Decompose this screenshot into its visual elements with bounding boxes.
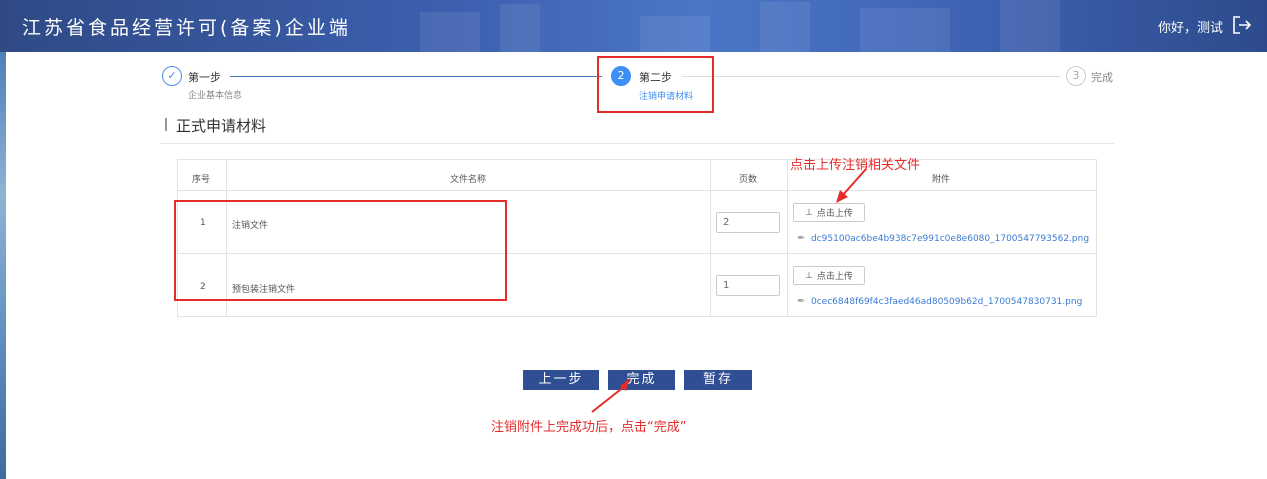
annotation-arrow-icon xyxy=(591,378,630,413)
step-3-number: 3 xyxy=(1066,66,1086,86)
step-1-check-icon: ✓ xyxy=(162,66,182,86)
upload-label: 点击上传 xyxy=(816,272,853,282)
paperclip-icon: ✒ xyxy=(797,296,806,307)
attachment-link[interactable]: 0cec6848f69f4c3faed46ad80509b62d_1700547… xyxy=(811,297,1082,307)
save-draft-button[interactable]: 暂存 xyxy=(684,370,752,390)
user-greeting[interactable]: 你好，测试 xyxy=(1158,17,1223,36)
annotation-arrow-icon xyxy=(836,168,867,203)
highlight-file-rows xyxy=(174,200,507,301)
step-line-1 xyxy=(230,76,602,77)
left-decoration xyxy=(0,52,6,479)
pages-input[interactable] xyxy=(716,275,780,296)
step-line-2 xyxy=(682,76,1060,77)
section-title: 正式申请材料 xyxy=(176,117,267,135)
upload-button[interactable]: ⊥ 点击上传 xyxy=(793,266,865,285)
section-bar xyxy=(165,118,167,131)
header-file-name: 文件名称 xyxy=(450,175,487,185)
app-title: 江苏省食品经营许可(备案)企业端 xyxy=(22,17,351,39)
attachment-link[interactable]: dc95100ac6be4b938c7e991c0e8e6080_1700547… xyxy=(811,234,1089,244)
upload-icon: ⊥ xyxy=(805,270,813,281)
section-divider xyxy=(160,143,1114,144)
header-attachment: 附件 xyxy=(932,175,951,185)
paperclip-icon: ✒ xyxy=(797,233,806,244)
highlight-step-2 xyxy=(597,56,714,113)
step-3-label: 完成 xyxy=(1091,71,1113,84)
upload-label: 点击上传 xyxy=(816,209,853,219)
app-header: 江苏省食品经营许可(备案)企业端 你好，测试 xyxy=(0,0,1267,52)
step-1-sub: 企业基本信息 xyxy=(188,91,243,101)
header-index: 序号 xyxy=(192,175,211,185)
pages-input[interactable] xyxy=(716,212,780,233)
step-1-label: 第一步 xyxy=(188,71,221,84)
header-pages: 页数 xyxy=(739,175,758,185)
upload-icon: ⊥ xyxy=(805,207,813,218)
finish-hint-annotation: 注销附件上完成功后，点击“完成” xyxy=(491,420,687,435)
logout-icon[interactable] xyxy=(1231,14,1253,36)
